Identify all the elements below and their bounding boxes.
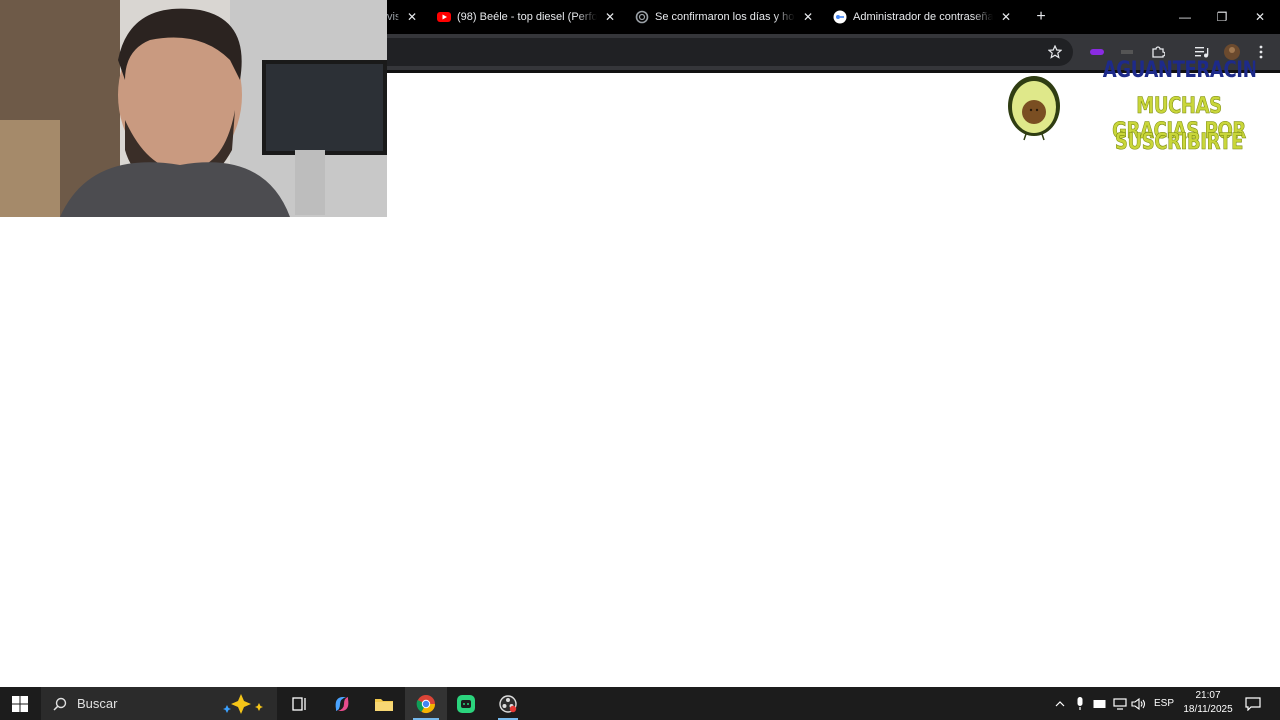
- microphone-icon[interactable]: [1072, 687, 1088, 720]
- new-tab-button[interactable]: +: [1022, 0, 1060, 34]
- address-bar[interactable]: [387, 38, 1073, 66]
- taskbar-search-box[interactable]: Buscar: [41, 687, 277, 720]
- tab-close-icon[interactable]: ✕: [603, 10, 617, 24]
- maximize-button[interactable]: ❐: [1203, 0, 1241, 34]
- windows-taskbar: Buscar ESP 21:07 18/11/2025: [0, 687, 1280, 720]
- tab-close-icon[interactable]: ✕: [999, 10, 1013, 24]
- tab-title: Administrador de contraseñas d: [853, 11, 993, 23]
- tab-close-icon[interactable]: ✕: [801, 10, 815, 24]
- copilot-app-icon[interactable]: [329, 687, 355, 720]
- tab-title: Se confirmaron los días y horar: [655, 11, 795, 23]
- task-view-icon[interactable]: [287, 687, 313, 720]
- chrome-taskbar-icon[interactable]: [405, 687, 447, 720]
- tab-title: vis: [387, 11, 399, 23]
- youtube-icon: [437, 10, 451, 24]
- battery-icon[interactable]: [1091, 687, 1109, 720]
- screen: vis ✕ (98) Beéle - top diesel (Performa …: [0, 0, 1280, 720]
- google-password-icon: [833, 10, 847, 24]
- browser-tab[interactable]: vis ✕: [387, 0, 427, 34]
- file-explorer-icon[interactable]: [370, 687, 398, 720]
- volume-icon[interactable]: [1130, 687, 1148, 720]
- close-window-button[interactable]: ✕: [1241, 0, 1279, 34]
- windows-logo-icon: [12, 695, 28, 712]
- notifications-icon[interactable]: [1242, 687, 1264, 720]
- language-indicator[interactable]: ESP: [1152, 687, 1176, 720]
- avocado-mascot-icon: [1004, 74, 1064, 142]
- search-placeholder: Buscar: [77, 696, 118, 711]
- clock-time: 21:07: [1195, 690, 1221, 701]
- alert-message-line2: SUSCRIBIRTE: [1114, 130, 1244, 156]
- tray-overflow-chevron-icon[interactable]: [1052, 687, 1068, 720]
- tab-title: (98) Beéle - top diesel (Performa: [457, 11, 597, 23]
- browser-tab[interactable]: Administrador de contraseñas d ✕: [833, 0, 1023, 34]
- taskbar-clock[interactable]: 21:07 18/11/2025: [1178, 689, 1238, 717]
- browser-tab[interactable]: Se confirmaron los días y horar ✕: [635, 0, 825, 34]
- network-icon[interactable]: [1111, 687, 1129, 720]
- browser-tab[interactable]: (98) Beéle - top diesel (Performa ✕: [437, 0, 627, 34]
- search-icon: [53, 697, 67, 711]
- copilot-sparkle-icon[interactable]: [219, 693, 273, 715]
- bookmark-star-icon[interactable]: [1045, 42, 1065, 62]
- start-button[interactable]: [0, 687, 40, 720]
- minimize-button[interactable]: —: [1166, 0, 1204, 34]
- tab-close-icon[interactable]: ✕: [405, 10, 419, 24]
- chat-app-icon[interactable]: [452, 687, 480, 720]
- obs-recording-icon[interactable]: [494, 687, 522, 720]
- subscriber-username: AGUANTERACING1994: [1102, 58, 1256, 83]
- loading-spinner-icon: [635, 10, 649, 24]
- clock-date: 18/11/2025: [1183, 704, 1233, 715]
- webcam-feed: [0, 0, 387, 217]
